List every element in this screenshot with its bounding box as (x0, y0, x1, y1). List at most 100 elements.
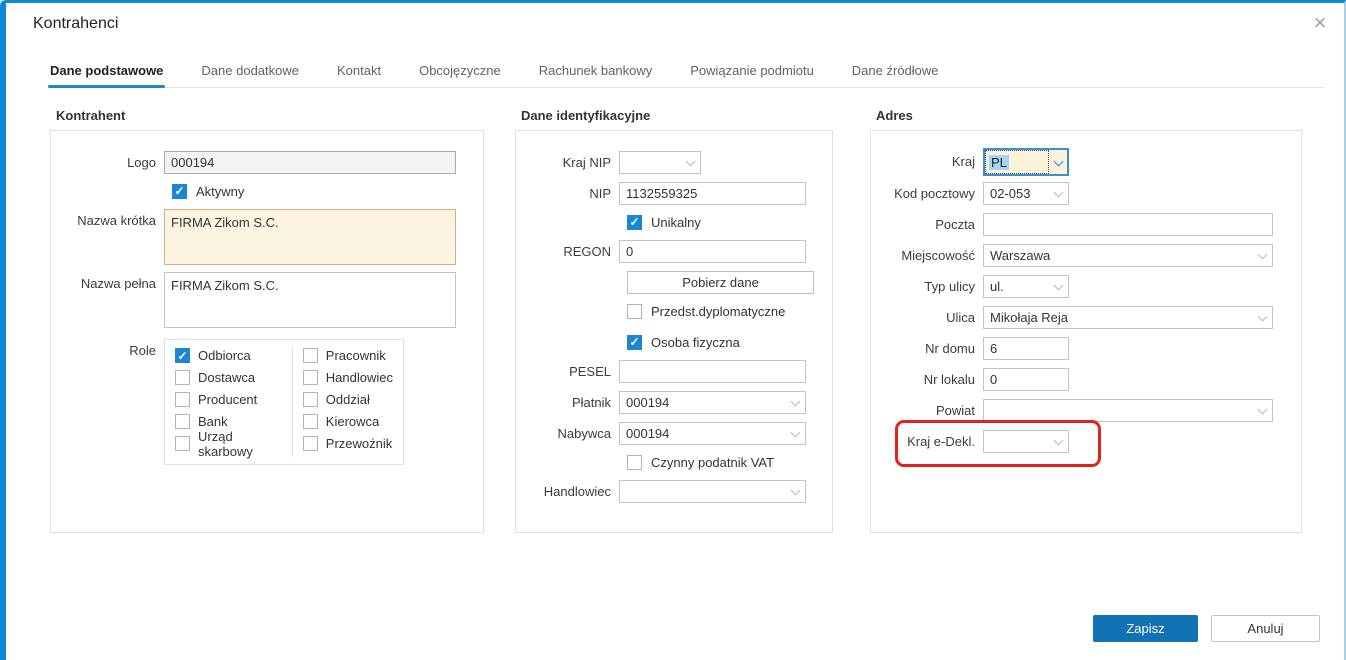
nazwa-pelna-field[interactable]: FIRMA Zikom S.C. (164, 272, 456, 328)
save-button[interactable]: Zapisz (1093, 615, 1198, 642)
kontrahenci-dialog: Kontrahenci × Dane podstawowe Dane dodat… (0, 0, 1346, 660)
aktywny-label: Aktywny (196, 183, 245, 199)
kod-pocztowy-select[interactable]: 02-053 (983, 182, 1069, 205)
role-label: Role (129, 343, 156, 358)
role-urzad-skarbowy-checkbox[interactable] (175, 436, 190, 451)
chevron-down-icon (1053, 435, 1064, 445)
tab-rachunek-bankowy[interactable]: Rachunek bankowy (537, 58, 654, 87)
nip-label: NIP (589, 186, 611, 201)
przedst-dyplomatyczne-checkbox[interactable] (627, 303, 642, 319)
role-producent-checkbox[interactable] (175, 392, 190, 407)
czynny-podatnik-vat-label: Czynny podatnik VAT (651, 454, 775, 470)
role-oddzial-checkbox[interactable] (302, 392, 318, 407)
chevron-down-icon (1049, 150, 1067, 174)
close-icon[interactable]: × (1308, 11, 1332, 35)
miejscowosc-select[interactable]: Warszawa (983, 244, 1273, 267)
powiat-select[interactable] (983, 399, 1273, 422)
pesel-label: PESEL (569, 364, 611, 379)
unikalny-label: Unikalny (651, 214, 701, 230)
kraj-label: Kraj (951, 154, 975, 169)
kraj-edekl-label: Kraj e-Dekl. (907, 434, 975, 449)
pobierz-dane-button[interactable]: Pobierz dane (627, 271, 814, 294)
role-kierowca-checkbox[interactable] (302, 414, 318, 429)
nip-field[interactable]: 1132559325 (619, 182, 806, 205)
nazwa-krotka-label: Nazwa krótka (77, 213, 156, 228)
panel-kontrahent: Logo 000194 Aktywny Nazwa krótka FIRMA Z… (50, 130, 484, 533)
kraj-nip-select[interactable] (619, 151, 701, 174)
role-oddzial-label: Oddział (325, 392, 370, 407)
platnik-select[interactable]: 000194 (619, 391, 806, 414)
poczta-label: Poczta (935, 217, 975, 232)
tab-dane-dodatkowe[interactable]: Dane dodatkowe (199, 58, 301, 87)
kraj-select[interactable]: PL (983, 148, 1069, 176)
regon-field[interactable]: 0 (619, 240, 806, 263)
tab-kontakt[interactable]: Kontakt (335, 58, 383, 87)
nazwa-krotka-field[interactable]: FIRMA Zikom S.C. (164, 209, 456, 265)
ulica-select[interactable]: Mikołaja Reja (983, 306, 1273, 329)
role-handlowiec-checkbox[interactable] (302, 370, 318, 385)
poczta-field[interactable] (983, 213, 1273, 236)
tab-dane-zrodlowe[interactable]: Dane źródłowe (850, 58, 941, 87)
role-urzad-skarbowy-label: Urząd skarbowy (198, 428, 253, 459)
handlowiec-label: Handlowiec (543, 484, 611, 499)
role-dostawca-label: Dostawca (198, 370, 256, 385)
nr-domu-label: Nr domu (925, 341, 975, 356)
role-handlowiec-label: Handlowiec (325, 370, 393, 385)
chevron-down-icon (1257, 311, 1268, 321)
typ-ulicy-select[interactable]: ul. (983, 275, 1069, 298)
chevron-down-icon (685, 156, 696, 166)
dialog-title: Kontrahenci (33, 15, 119, 32)
chevron-down-icon (1257, 249, 1268, 259)
role-odbiorca-checkbox[interactable] (175, 348, 190, 363)
miejscowosc-label: Miejscowość (901, 248, 975, 263)
nabywca-label: Nabywca (557, 426, 611, 441)
kraj-nip-label: Kraj NIP (562, 155, 611, 170)
aktywny-checkbox[interactable] (172, 183, 187, 199)
pesel-field[interactable] (619, 360, 806, 383)
tab-dane-podstawowe[interactable]: Dane podstawowe (48, 58, 166, 88)
regon-label: REGON (563, 244, 611, 259)
role-pracownik-checkbox[interactable] (302, 348, 318, 363)
czynny-podatnik-vat-checkbox[interactable] (627, 454, 642, 470)
osoba-fizyczna-label: Osoba fizyczna (651, 334, 740, 350)
logo-label: Logo (127, 155, 156, 170)
platnik-label: Płatnik (571, 395, 611, 410)
przedst-dyplomatyczne-label: Przedst.dyplomatyczne (651, 303, 786, 319)
chevron-down-icon (1053, 280, 1064, 290)
powiat-label: Powiat (935, 403, 975, 418)
ulica-label: Ulica (946, 310, 975, 325)
nr-lokalu-label: Nr lokalu (923, 372, 975, 387)
panel-adres: Kraj PL Kod pocztowy 02-053 Poczta Miejs… (870, 130, 1302, 533)
role-bank-label: Bank (198, 414, 228, 429)
role-bank-checkbox[interactable] (175, 414, 190, 429)
section-header-adres: Adres (876, 108, 913, 123)
handlowiec-select[interactable] (619, 480, 806, 503)
osoba-fizyczna-checkbox[interactable] (627, 334, 642, 350)
kraj-edekl-select[interactable] (983, 430, 1069, 453)
typ-ulicy-label: Typ ulicy (924, 279, 975, 294)
kod-pocztowy-label: Kod pocztowy (894, 186, 975, 201)
panel-dane-identyfikacyjne: Kraj NIP NIP 1132559325 Unikalny REGON 0… (515, 130, 833, 533)
nazwa-pelna-label: Nazwa pełna (80, 276, 156, 291)
nr-lokalu-field[interactable]: 0 (983, 368, 1069, 391)
role-przewoznik-label: Przewoźnik (325, 436, 393, 451)
role-dostawca-checkbox[interactable] (175, 370, 190, 385)
cancel-button[interactable]: Anuluj (1211, 615, 1320, 642)
section-header-kontrahent: Kontrahent (56, 108, 126, 123)
chevron-down-icon (1257, 404, 1268, 414)
role-producent-label: Producent (198, 392, 258, 407)
chevron-down-icon (790, 485, 801, 495)
chevron-down-icon (790, 396, 801, 406)
tab-bar: Dane podstawowe Dane dodatkowe Kontakt O… (48, 58, 1324, 88)
role-odbiorca-label: Odbiorca (198, 348, 251, 363)
unikalny-checkbox[interactable] (627, 214, 642, 230)
nabywca-select[interactable]: 000194 (619, 422, 806, 445)
nr-domu-field[interactable]: 6 (983, 337, 1069, 360)
chevron-down-icon (790, 427, 801, 437)
role-przewoznik-checkbox[interactable] (302, 436, 318, 451)
role-group: Odbiorca Dostawca Producent Bank Urząd s… (164, 339, 404, 465)
logo-field[interactable]: 000194 (164, 151, 456, 174)
tab-obcojezyczne[interactable]: Obcojęzyczne (417, 58, 503, 87)
tab-powiazanie-podmiotu[interactable]: Powiązanie podmiotu (688, 58, 816, 87)
section-header-dane-identyfikacyjne: Dane identyfikacyjne (521, 108, 651, 123)
